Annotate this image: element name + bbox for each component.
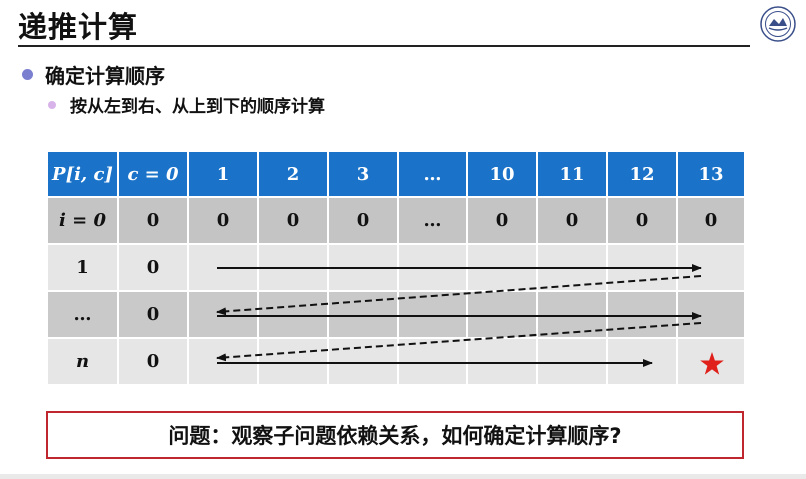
table-cell: 0 [187, 196, 259, 245]
question-box: 问题：观察子问题依赖关系，如何确定计算顺序? [46, 411, 744, 459]
bullet-sub-text: 按从左到右、从上到下的顺序计算 [70, 97, 325, 117]
table-header-cell: 10 [466, 150, 538, 198]
table-header-cell: 3 [327, 150, 399, 198]
table-cell: 0 [117, 243, 189, 292]
bullet-dot-icon [22, 69, 33, 80]
row-label: … [46, 290, 119, 339]
row-label: i = 0 [46, 196, 119, 245]
table-cell: 0 [327, 196, 399, 245]
table-header-cell: 13 [676, 150, 746, 198]
table-header-cell: 11 [536, 150, 608, 198]
table-row: 1 0 [46, 243, 746, 292]
table-cell: 0 [536, 196, 608, 245]
table-cell: 0 [606, 196, 678, 245]
bottom-strip [0, 474, 806, 479]
page-title: 递推计算 [18, 10, 139, 44]
table-header-cell: 1 [187, 150, 259, 198]
table-header-cell: 2 [257, 150, 329, 198]
university-logo-icon [760, 6, 796, 42]
table-header-cell: 12 [606, 150, 678, 198]
table-cell: 0 [117, 337, 189, 386]
table-row: … 0 [46, 290, 746, 339]
table-cell: 0 [117, 290, 189, 339]
row-label: n [46, 337, 119, 386]
table-header-cell: P[i, c] [46, 150, 119, 198]
table-cell: 0 [257, 196, 329, 245]
row-label: 1 [46, 243, 119, 292]
table-cell: 0 [466, 196, 538, 245]
bullet-main: 确定计算顺序 [22, 60, 165, 89]
dp-table: P[i, c] c = 0 1 2 3 … 10 11 12 13 i = 0 … [46, 150, 746, 386]
table-cell: 0 [676, 196, 746, 245]
table-header-cell: … [397, 150, 468, 198]
table-header-cell: c = 0 [117, 150, 189, 198]
table-row: i = 0 0 0 0 0 … 0 0 0 0 [46, 196, 746, 245]
table-row: n 0 [46, 337, 746, 386]
bullet-main-text: 确定计算顺序 [45, 64, 165, 88]
table-header-row: P[i, c] c = 0 1 2 3 … 10 11 12 13 [46, 150, 746, 198]
bullet-dot-icon [48, 100, 56, 109]
table-cell: … [397, 196, 468, 245]
title-divider [18, 45, 750, 47]
table-cell: 0 [117, 196, 189, 245]
bullet-sub: 按从左到右、从上到下的顺序计算 [48, 92, 325, 117]
